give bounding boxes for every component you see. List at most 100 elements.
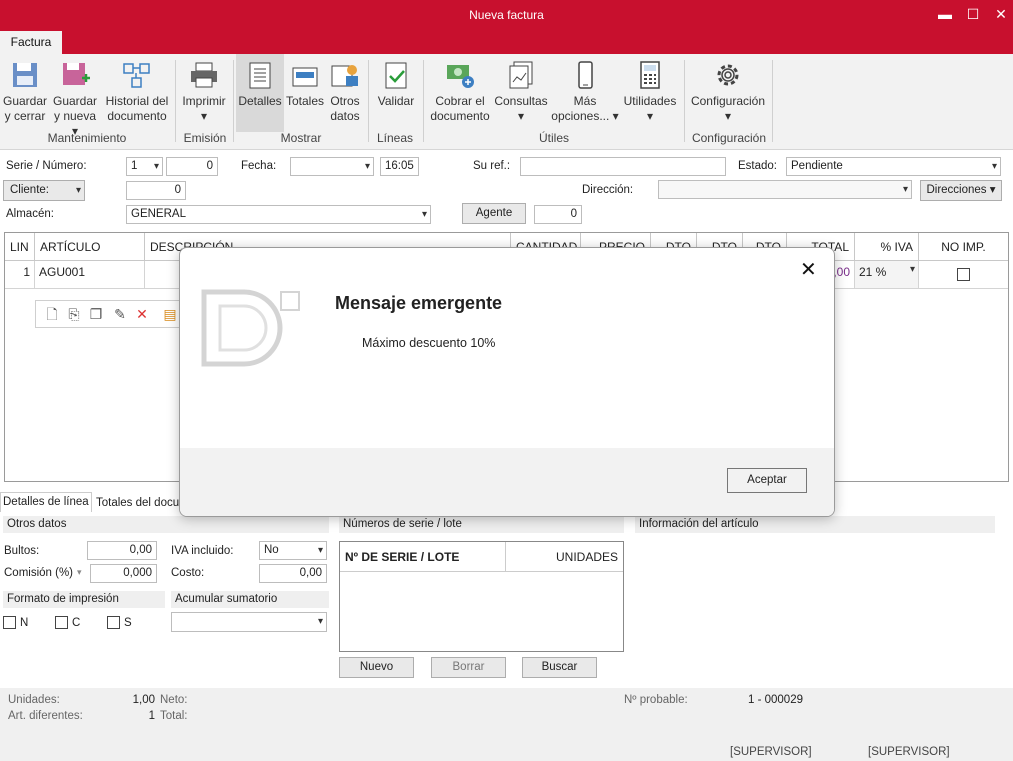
notes-icon[interactable]: ▤ [162, 306, 178, 322]
formato-s-checkbox[interactable] [107, 616, 120, 629]
guardar-cerrar-button[interactable]: Guardar y cerrar [2, 54, 48, 132]
neto-label: Neto: [160, 694, 188, 706]
gear-icon [717, 64, 739, 86]
acumular-sumatorio-header: Acumular sumatorio [171, 591, 329, 608]
guardar-nueva-button[interactable]: Guardar y nueva ▾ [50, 54, 100, 138]
save-new-icon [63, 63, 90, 85]
delete-line-icon[interactable]: ✕ [134, 306, 150, 322]
bultos-input[interactable]: 0,00 [87, 541, 157, 560]
title-bar: Nueva factura ▬ ☐ ✕ [0, 0, 1013, 31]
direccion-label: Dirección: [582, 184, 634, 196]
fecha-label: Fecha: [241, 160, 277, 172]
dialog-title: Mensaje emergente [335, 293, 503, 313]
minimize-button[interactable]: ▬ [934, 4, 956, 24]
bultos-label: Bultos: [4, 545, 40, 557]
group-configuracion: Configuración [691, 131, 767, 145]
otros-datos-header: Otros datos [3, 516, 329, 533]
column-header[interactable]: LIN [5, 233, 35, 261]
column-header[interactable]: ARTÍCULO [35, 233, 145, 261]
formato-n-label: N [20, 617, 29, 629]
column-header[interactable]: NO IMP. [919, 233, 1008, 261]
utilidades-button[interactable]: Utilidades ▾ [622, 54, 678, 132]
copy-line-icon[interactable]: ❐ [88, 306, 104, 322]
status-bar: Unidades: 1,00 Art. diferentes: 1 Neto: … [0, 688, 1013, 761]
comision-dropdown-icon[interactable]: ▾ [77, 567, 82, 578]
almacen-select[interactable]: GENERAL [126, 205, 431, 224]
formato-c-checkbox[interactable] [55, 616, 68, 629]
comision-label: Comisión (%) [4, 567, 74, 579]
formato-n-checkbox[interactable] [3, 616, 16, 629]
cobrar-documento-button[interactable]: Cobrar el documento [430, 54, 490, 132]
cell-no-imp [919, 261, 1008, 289]
maximize-button[interactable]: ☐ [962, 4, 984, 24]
buscar-button[interactable]: Buscar [522, 657, 597, 678]
collect-payment-icon [447, 65, 474, 88]
popup-dialog: ✕ Mensaje emergente Máximo descuento 10%… [179, 247, 835, 517]
agente-input[interactable]: 0 [534, 205, 582, 224]
series-column-header[interactable]: Nº DE SERIE / LOTE [340, 542, 506, 572]
totales-button[interactable]: Totales [285, 54, 325, 132]
tab-factura[interactable]: Factura [0, 31, 62, 54]
new-line-icon[interactable]: 🗋 [44, 306, 60, 322]
ribbon-tab-bar: Factura [0, 31, 1013, 54]
detalles-button[interactable]: Detalles [236, 54, 284, 132]
insert-line-icon[interactable]: ⎘ [66, 306, 82, 322]
mobile-icon [578, 61, 593, 89]
tab-detalles-linea[interactable]: Detalles de línea [0, 492, 92, 512]
acumular-select[interactable] [171, 612, 327, 632]
cell-lin[interactable]: 1 [5, 261, 35, 289]
cell-articulo[interactable]: AGU001 [35, 261, 145, 289]
group-utiles: Útiles [538, 131, 569, 145]
historial-documento-button[interactable]: Historial del documento [103, 54, 171, 132]
unidades-label: Unidades: [8, 694, 60, 706]
aceptar-button[interactable]: Aceptar [727, 468, 807, 493]
estado-select[interactable]: Pendiente [786, 157, 1001, 176]
hora-input[interactable]: 16:05 [380, 157, 419, 176]
tab-totales-documento[interactable]: Totales del docu [93, 494, 193, 512]
edit-line-icon[interactable]: ✎ [112, 306, 128, 322]
total-label: Total: [160, 710, 188, 722]
configuracion-button[interactable]: Configuración ▾ [688, 54, 768, 132]
direcciones-button[interactable]: Direcciones ▾ [920, 180, 1002, 201]
formato-c-label: C [72, 617, 81, 629]
info-articulo-header: Información del artículo [635, 516, 995, 533]
unidades-value: 1,00 [132, 694, 155, 706]
almacen-label: Almacén: [6, 208, 54, 220]
costo-label: Costo: [171, 567, 205, 579]
app-logo-icon [201, 289, 300, 367]
cliente-input[interactable]: 0 [126, 181, 186, 200]
window-title: Nueva factura [469, 8, 544, 22]
nuevo-button[interactable]: Nuevo [339, 657, 414, 678]
cliente-button[interactable]: Cliente: [3, 180, 85, 201]
serie-select[interactable]: 1 [126, 157, 163, 176]
close-window-button[interactable]: ✕ [990, 4, 1012, 24]
mas-opciones-button[interactable]: Más opciones... ▾ [551, 54, 619, 132]
numero-input[interactable]: 0 [166, 157, 218, 176]
validar-button[interactable]: Validar [374, 54, 418, 132]
costo-input[interactable]: 0,00 [259, 564, 327, 583]
no-imp-checkbox[interactable] [957, 268, 970, 281]
ribbon-divider [175, 60, 176, 142]
column-header[interactable]: % IVA [855, 233, 919, 261]
history-icon [123, 63, 150, 88]
ribbon-divider [684, 60, 685, 142]
group-lineas: Líneas [376, 131, 414, 145]
imprimir-button[interactable]: Imprimir ▾ [180, 54, 228, 132]
articulos-label: Art. diferentes: [8, 710, 83, 722]
iva-incluido-select[interactable]: No [259, 541, 327, 560]
borrar-button[interactable]: Borrar [431, 657, 506, 678]
comision-input[interactable]: 0,000 [90, 564, 157, 583]
articulos-value: 1 [148, 710, 155, 722]
probable-label: Nº probable: [624, 694, 688, 706]
cell-iva[interactable]: 21 % [855, 261, 919, 289]
fecha-picker[interactable] [290, 157, 374, 176]
consultas-button[interactable]: Consultas ▾ [493, 54, 549, 132]
dialog-close-button[interactable]: ✕ [800, 260, 817, 280]
probable-value: 1 - 000029 [748, 694, 803, 706]
direccion-select[interactable] [658, 180, 912, 199]
otros-datos-button[interactable]: Otros datos [326, 54, 364, 132]
agente-button[interactable]: Agente [462, 203, 526, 224]
suref-input[interactable] [520, 157, 726, 176]
user-status-1: [SUPERVISOR] [730, 746, 812, 758]
unidades-column-header[interactable]: UNIDADES [506, 542, 623, 572]
